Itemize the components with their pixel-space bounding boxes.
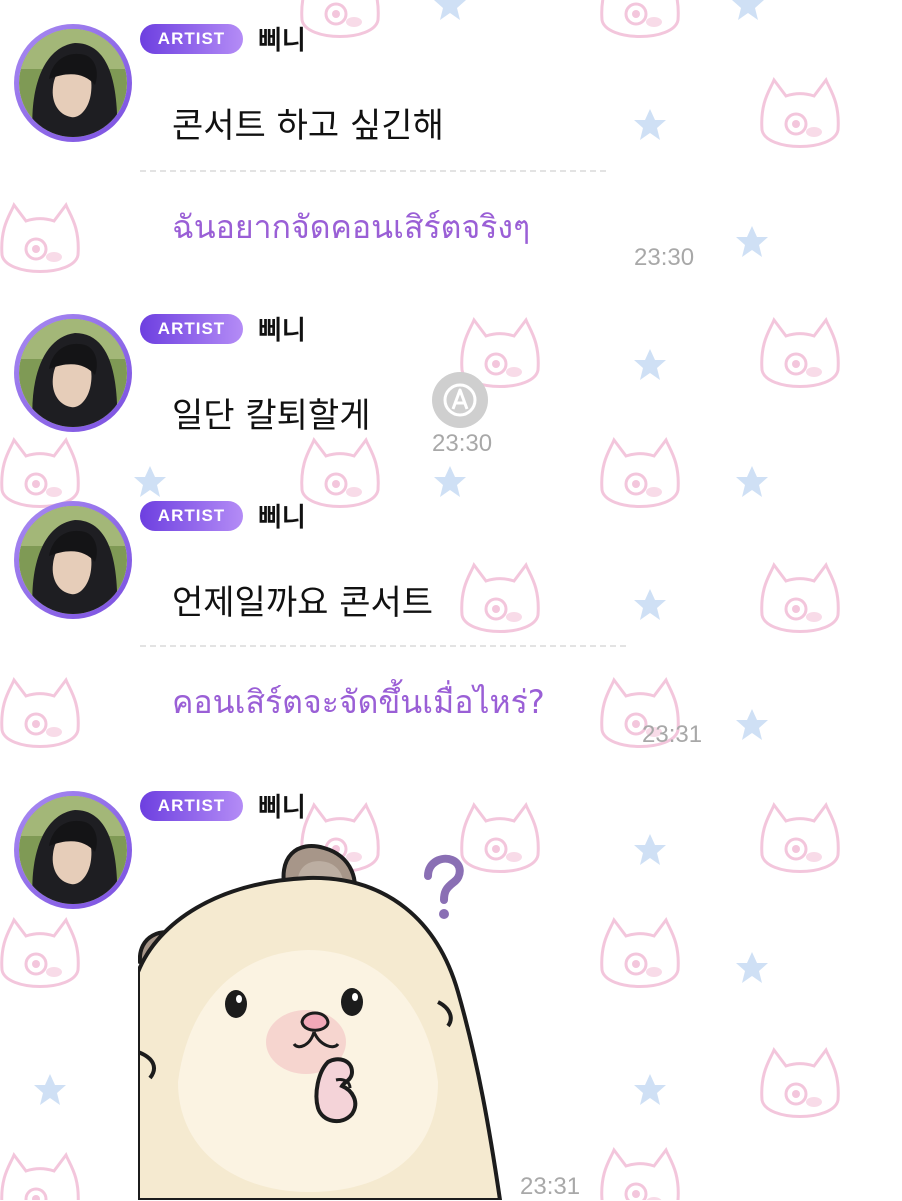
translated-text[interactable]: คอนเสิร์ตจะจัดขึ้นเมื่อไหร่?	[172, 677, 545, 728]
message-text[interactable]: 언제일까요 콘서트	[172, 575, 433, 624]
artist-badge: ARTIST	[140, 314, 243, 344]
message-text[interactable]: 콘서트 하고 싶긴해	[172, 98, 444, 147]
avatar[interactable]	[14, 314, 132, 432]
sender-name[interactable]: 삐니	[258, 310, 306, 347]
avatar[interactable]	[14, 501, 132, 619]
sender-name[interactable]: 삐니	[258, 497, 306, 534]
message-timestamp: 23:30	[432, 430, 493, 457]
avatar[interactable]	[14, 791, 132, 909]
artist-photo	[19, 319, 127, 427]
question-mark-icon	[424, 854, 464, 919]
translate-icon	[443, 383, 477, 417]
artist-photo	[19, 29, 127, 137]
artist-photo	[19, 796, 127, 904]
avatar[interactable]	[14, 24, 132, 142]
hamster-question-sticker[interactable]	[138, 832, 508, 1200]
message-timestamp: 23:30	[634, 244, 695, 271]
artist-badge: ARTIST	[140, 791, 243, 821]
sender-name[interactable]: 삐니	[258, 787, 306, 824]
translation-divider	[140, 645, 626, 647]
message-timestamp: 23:31	[642, 721, 703, 748]
sender-name[interactable]: 삐니	[258, 20, 306, 57]
translated-text[interactable]: ฉันอยากจัดคอนเสิร์ตจริงๆ	[172, 202, 530, 253]
artist-badge: ARTIST	[140, 24, 243, 54]
artist-badge: ARTIST	[140, 501, 243, 531]
translation-divider	[140, 170, 606, 172]
message-text[interactable]: 일단 칼퇴할게	[172, 388, 371, 437]
artist-photo	[19, 506, 127, 614]
translate-button[interactable]	[432, 372, 488, 428]
message-timestamp: 23:31	[520, 1173, 581, 1200]
